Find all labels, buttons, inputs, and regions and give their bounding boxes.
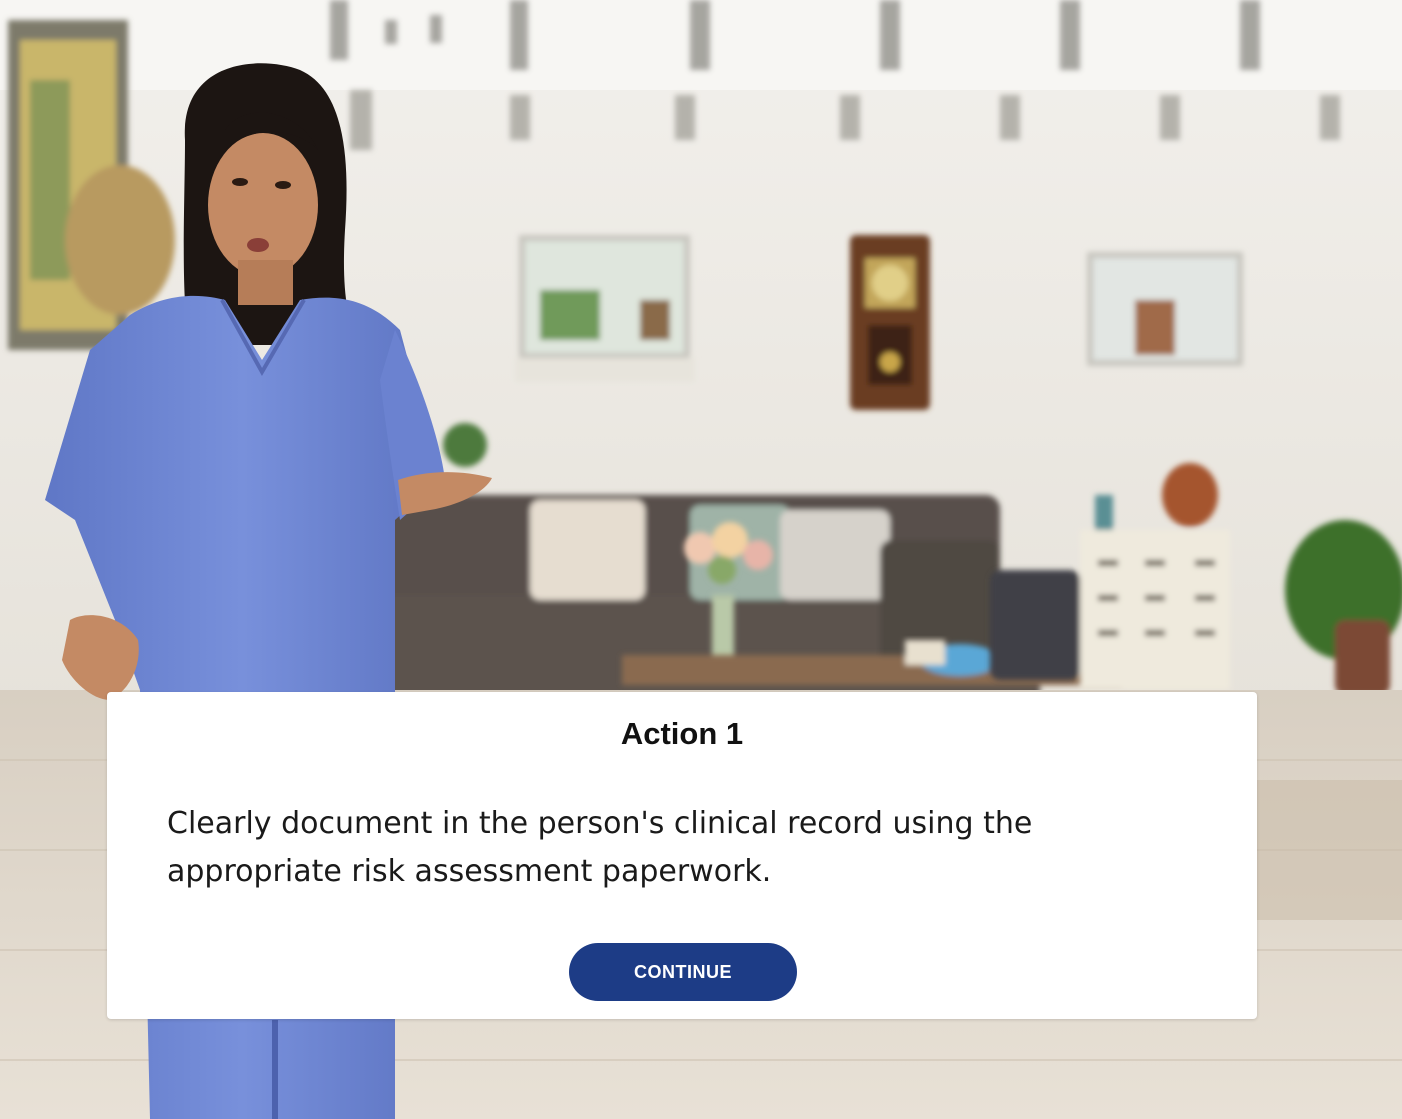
continue-button[interactable]: CONTINUE [569, 943, 797, 1001]
slide-stage: Action 1 Clearly document in the person'… [0, 0, 1402, 1119]
action-dialog: Action 1 Clearly document in the person'… [107, 692, 1257, 1019]
dialog-title: Action 1 [620, 716, 744, 751]
dialog-body-text: Clearly document in the person's clinica… [167, 806, 1033, 889]
